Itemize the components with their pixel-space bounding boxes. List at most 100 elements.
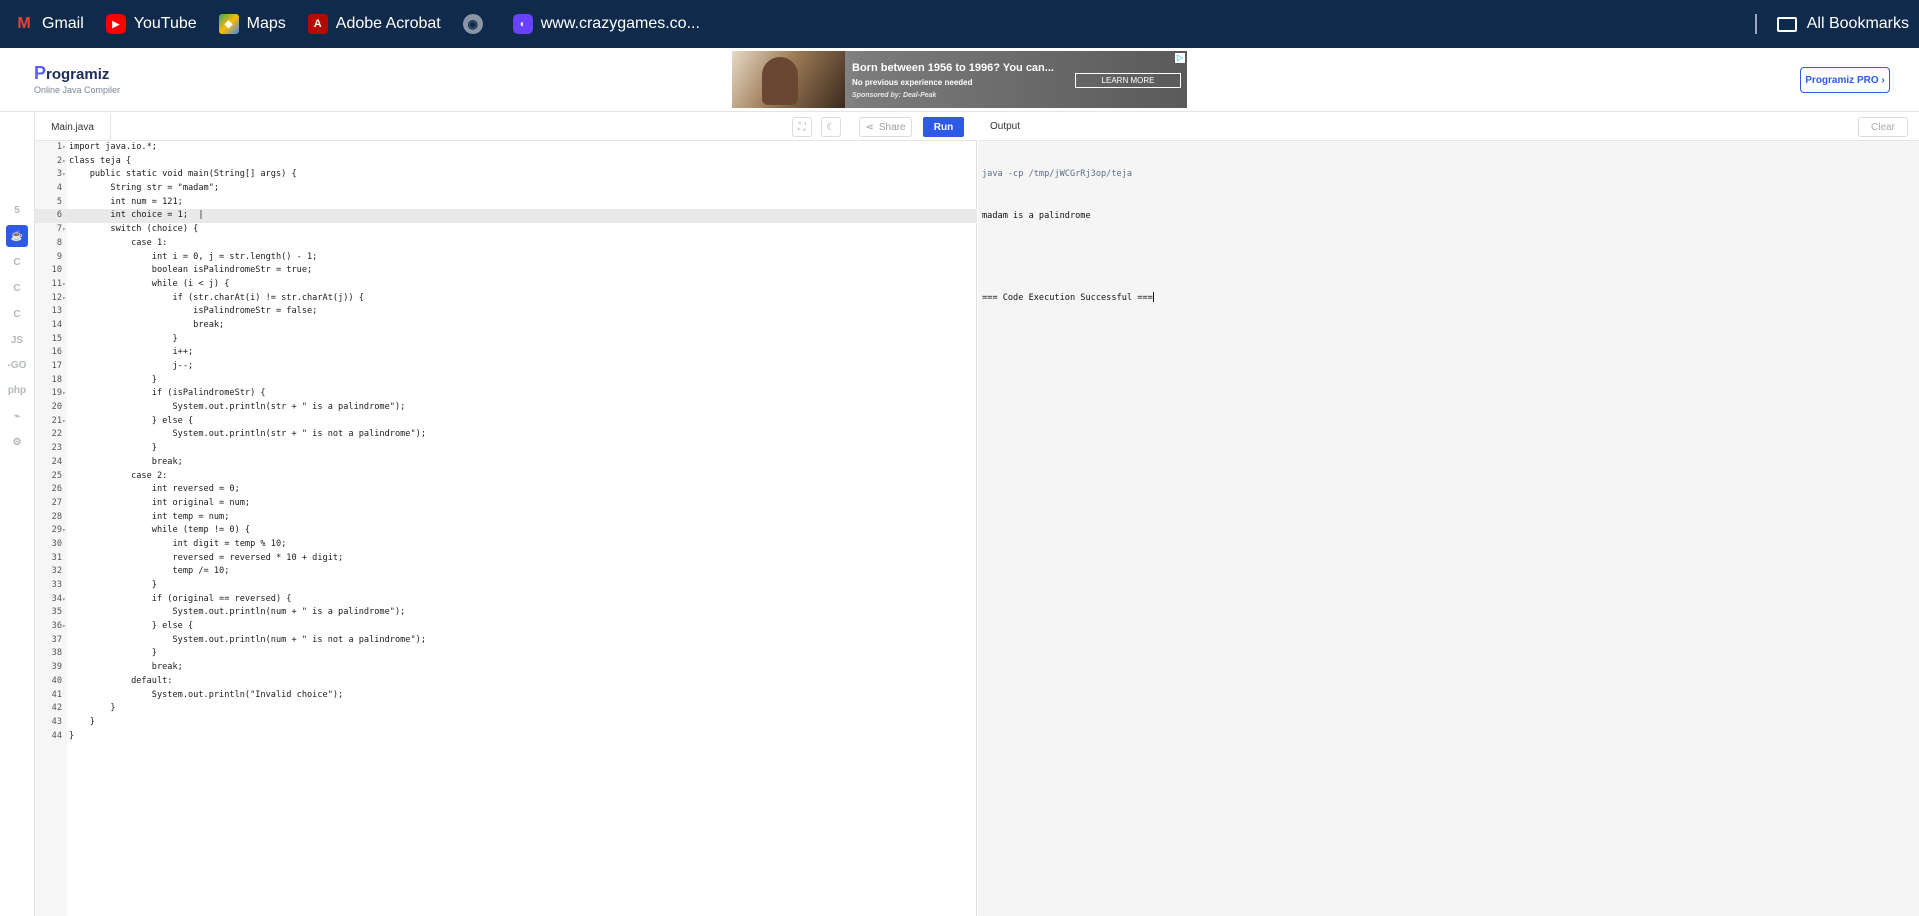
code-line[interactable]: 23 } <box>35 442 977 456</box>
code-line[interactable]: 10 boolean isPalindromeStr = true; <box>35 264 977 278</box>
code-line[interactable]: 15 } <box>35 333 977 347</box>
code-line[interactable]: 20 System.out.println(str + " is a palin… <box>35 401 977 415</box>
code-line[interactable]: 28 int temp = num; <box>35 511 977 525</box>
bookmark-maps[interactable]: ◆ Maps <box>218 0 286 48</box>
js-icon[interactable]: JS <box>6 329 28 351</box>
fold-toggle-icon[interactable]: ▾ <box>62 278 68 292</box>
code-text: int temp = num; <box>69 511 230 522</box>
adchoices-icon[interactable]: ▷ <box>1175 53 1185 63</box>
all-bookmarks-label: All Bookmarks <box>1806 15 1909 32</box>
code-area[interactable]: 1 ▾ import java.io.*; 2 ▾ class teja {3 ▾ publ… <box>35 141 977 743</box>
code-line[interactable]: 30 int digit = temp % 10; <box>35 538 977 552</box>
code-line[interactable]: 36 ▾ } else { <box>35 620 977 634</box>
line-number: 44 <box>51 730 62 741</box>
fold-toggle-icon[interactable]: ▾ <box>62 292 68 306</box>
code-line[interactable]: 13 isPalindromeStr = false; <box>35 305 977 319</box>
line-number: 14 <box>51 319 62 330</box>
r-icon[interactable] <box>6 147 28 169</box>
code-line[interactable]: 11 ▾ while (i < j) { <box>35 278 977 292</box>
c-icon[interactable]: C <box>6 251 28 273</box>
code-line[interactable]: 7 ▾ switch (choice) { <box>35 223 977 237</box>
go-icon[interactable]: -GO <box>6 354 28 376</box>
fold-toggle-icon[interactable]: ▾ <box>62 524 68 538</box>
code-line[interactable]: 1 ▾ import java.io.*; <box>35 141 977 155</box>
line-number: 10 <box>51 265 62 276</box>
run-button[interactable]: Run <box>923 117 964 137</box>
bookmark-globe[interactable]: ◉ <box>462 0 491 48</box>
python-icon[interactable] <box>6 121 28 143</box>
code-line[interactable]: 27 int original = num; <box>35 497 977 511</box>
html-icon[interactable]: 5 <box>6 199 28 221</box>
code-line[interactable]: 35 System.out.println(num + " is a palin… <box>35 606 977 620</box>
code-line[interactable]: 33 } <box>35 579 977 593</box>
rust-icon[interactable]: ⚙ <box>6 431 28 453</box>
line-number: 39 <box>51 662 62 673</box>
programiz-logo[interactable]: Programiz Online Java Compiler <box>34 63 120 95</box>
code-line[interactable]: 22 System.out.println(str + " is not a p… <box>35 428 977 442</box>
code-line[interactable]: 24 break; <box>35 456 977 470</box>
fold-toggle-icon[interactable]: ▾ <box>62 223 68 237</box>
programiz-pro-button[interactable]: Programiz PRO › <box>1800 67 1890 93</box>
all-bookmarks[interactable]: All Bookmarks <box>1754 0 1909 48</box>
code-line[interactable]: 34 ▾ if (original == reversed) { <box>35 593 977 607</box>
bookmark-gmail[interactable]: M Gmail <box>14 0 83 48</box>
fold-toggle-icon[interactable]: ▾ <box>62 168 68 182</box>
code-line[interactable]: 29 ▾ while (temp != 0) { <box>35 524 977 538</box>
bookmark-youtube[interactable]: ▶ YouTube <box>105 0 197 48</box>
code-line[interactable]: 37 System.out.println(num + " is not a p… <box>35 634 977 648</box>
ad-learn-more-button[interactable]: LEARN MORE <box>1075 73 1181 88</box>
code-line[interactable]: 42 } <box>35 702 977 716</box>
code-line[interactable]: 12 ▾ if (str.charAt(i) != str.charAt(j)) … <box>35 292 977 306</box>
code-line[interactable]: 6 int choice = 1; | <box>35 209 977 224</box>
java-icon[interactable]: ☕ <box>6 225 28 247</box>
code-line[interactable]: 26 int reversed = 0; <box>35 483 977 497</box>
code-line[interactable]: 44} <box>35 730 977 744</box>
cpp-icon[interactable]: C <box>6 277 28 299</box>
fullscreen-icon[interactable]: ⛶ <box>792 117 812 137</box>
code-line[interactable]: 19 ▾ if (isPalindromeStr) { <box>35 387 977 401</box>
line-number: 31 <box>51 552 62 563</box>
csharp-icon[interactable]: C <box>6 303 28 325</box>
code-line[interactable]: 16 i++; <box>35 346 977 360</box>
code-line[interactable]: 17 j--; <box>35 360 977 374</box>
share-button[interactable]: ⋖ Share <box>859 117 912 137</box>
fold-toggle-icon[interactable]: ▾ <box>62 155 68 169</box>
dark-mode-icon[interactable]: ☾ <box>821 117 841 137</box>
code-line[interactable]: 2 ▾ class teja { <box>35 155 977 169</box>
code-line[interactable]: 4 String str = "madam"; <box>35 182 977 196</box>
code-line[interactable]: 5 int num = 121; <box>35 196 977 210</box>
ad-banner[interactable]: Born between 1956 to 1996? You can... No… <box>732 51 1187 108</box>
code-line[interactable]: 18 } <box>35 374 977 388</box>
fold-toggle-icon[interactable]: ▾ <box>62 415 68 429</box>
code-line[interactable]: 39 break; <box>35 661 977 675</box>
fold-toggle-icon[interactable]: ▾ <box>62 141 68 155</box>
code-line[interactable]: 43 } <box>35 716 977 730</box>
output-console[interactable]: java -cp /tmp/jWCGrRj3op/teja madam is a… <box>982 141 1154 333</box>
code-line[interactable]: 9 int i = 0, j = str.length() - 1; <box>35 251 977 265</box>
code-line[interactable]: 8 case 1: <box>35 237 977 251</box>
file-tab-main-java[interactable]: Main.java <box>35 113 111 141</box>
bookmark-adobe-acrobat[interactable]: A Adobe Acrobat <box>307 0 441 48</box>
code-line[interactable]: 38 } <box>35 647 977 661</box>
code-line[interactable]: 21 ▾ } else { <box>35 415 977 429</box>
code-line[interactable]: 40 default: <box>35 675 977 689</box>
code-text: } <box>69 703 116 714</box>
fold-toggle-icon[interactable]: ▾ <box>62 593 68 607</box>
code-line[interactable]: 32 temp /= 10; <box>35 565 977 579</box>
code-line[interactable]: 14 break; <box>35 319 977 333</box>
fold-toggle-icon[interactable]: ▾ <box>62 387 68 401</box>
fold-toggle-icon[interactable]: ▾ <box>62 620 68 634</box>
code-line[interactable]: 41 System.out.println("Invalid choice"); <box>35 689 977 703</box>
code-line[interactable]: 25 case 2: <box>35 470 977 484</box>
code-text: isPalindromeStr = false; <box>69 306 318 317</box>
php-icon[interactable]: php <box>6 379 28 401</box>
youtube-icon: ▶ <box>105 14 126 34</box>
sql-icon[interactable] <box>6 173 28 195</box>
line-number: 19 <box>51 388 62 399</box>
code-line[interactable]: 31 reversed = reversed * 10 + digit; <box>35 552 977 566</box>
code-line[interactable]: 3 ▾ public static void main(String[] args… <box>35 168 977 182</box>
bookmark-crazygames[interactable]: ◐ www.crazygames.co... <box>512 0 700 48</box>
clear-button[interactable]: Clear <box>1858 117 1908 137</box>
swift-icon[interactable]: ⌁ <box>6 405 28 427</box>
